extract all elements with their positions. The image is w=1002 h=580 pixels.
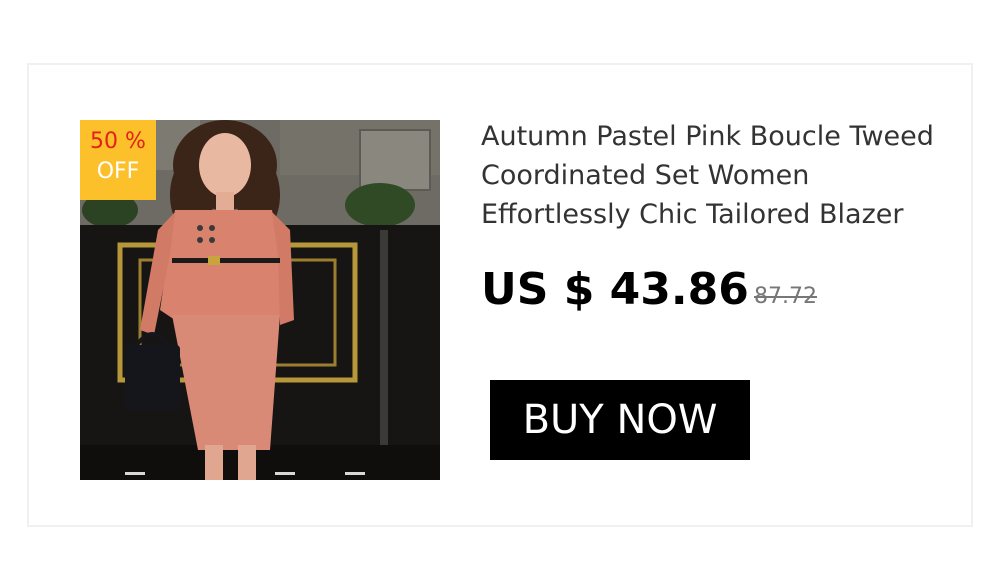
- current-price: US $ 43.86: [481, 264, 749, 315]
- buy-now-button[interactable]: BUY NOW: [490, 380, 750, 460]
- discount-off-label: OFF: [96, 159, 140, 184]
- original-price: 87.72: [754, 284, 817, 309]
- discount-percent: 50 %: [90, 129, 146, 154]
- product-title[interactable]: Autumn Pastel Pink Boucle Tweed Coordina…: [481, 117, 961, 234]
- discount-badge: 50 % OFF: [80, 120, 156, 200]
